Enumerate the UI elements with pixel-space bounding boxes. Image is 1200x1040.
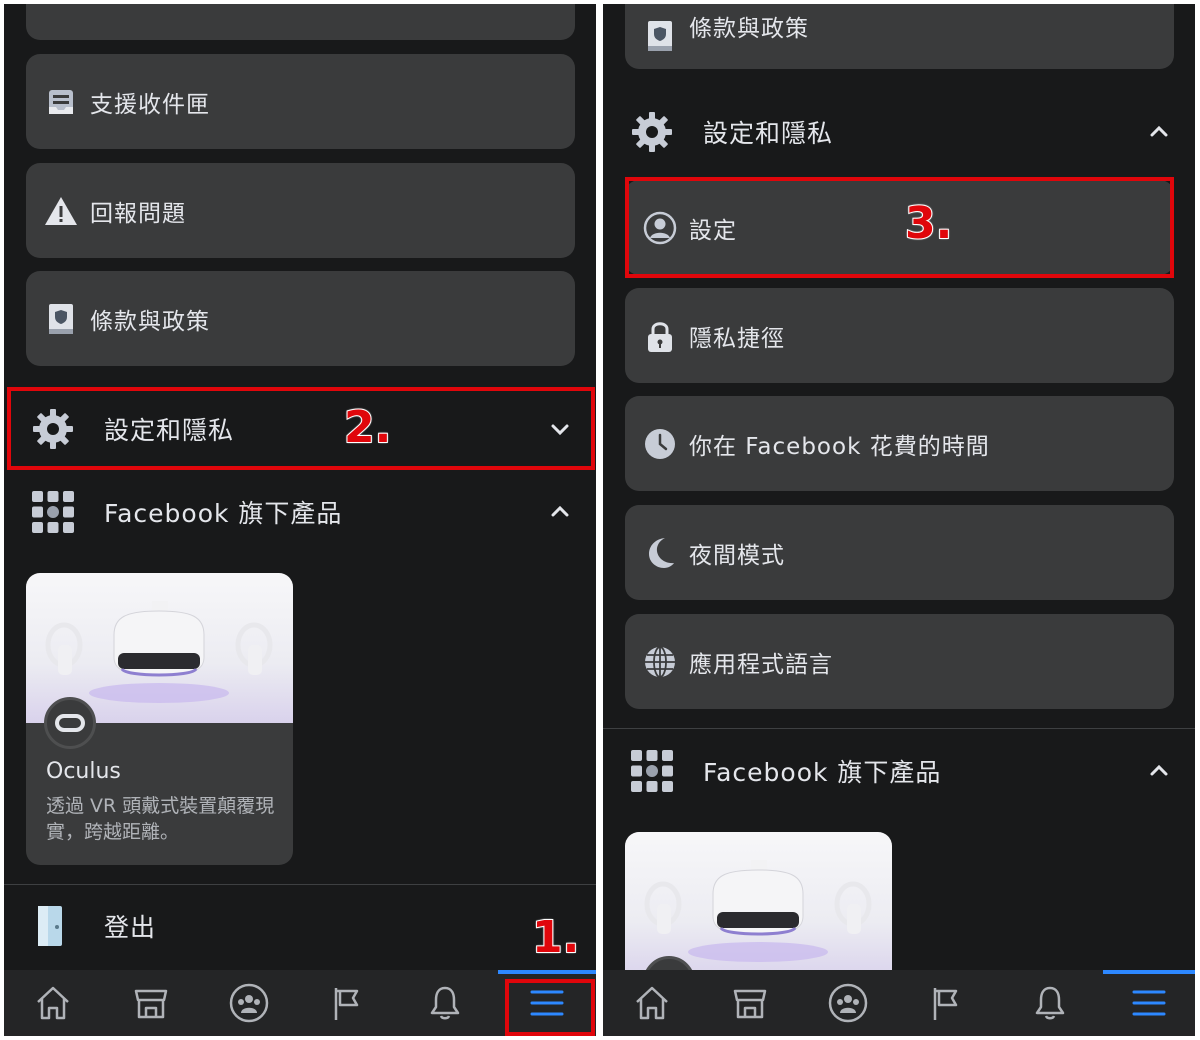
- lock-icon: [643, 319, 677, 353]
- policy-book-icon: [44, 302, 78, 336]
- tab-groups[interactable]: [799, 970, 897, 1036]
- menu-item-label: 應用程式語言: [689, 651, 833, 678]
- oculus-logo-icon: [44, 697, 96, 749]
- door-icon: [30, 903, 76, 949]
- divider: [4, 884, 596, 885]
- menu-item-support-inbox[interactable]: 支援收件匣: [26, 54, 575, 149]
- home-icon: [636, 986, 668, 1020]
- annotation-step-3: 3.: [904, 197, 953, 250]
- chevron-up-icon: [1150, 764, 1168, 776]
- menu-item-label: 條款與政策: [90, 308, 210, 335]
- product-card-oculus[interactable]: [625, 832, 892, 992]
- menu-item-label: 回報問題: [90, 200, 186, 227]
- bell-icon: [430, 986, 460, 1020]
- moon-icon: [643, 536, 677, 570]
- facebook-products-section[interactable]: Facebook 旗下產品: [4, 472, 596, 552]
- menu-item-label: 夜間模式: [689, 542, 785, 569]
- tab-menu[interactable]: [1103, 970, 1195, 1036]
- product-name: Oculus: [46, 759, 121, 784]
- tab-groups[interactable]: [200, 970, 298, 1036]
- globe-icon: [643, 645, 677, 679]
- menu-icon: [1132, 990, 1166, 1016]
- tab-home[interactable]: [4, 970, 102, 1036]
- warning-icon: [44, 194, 78, 228]
- inbox-icon: [44, 85, 78, 119]
- annotation-highlight-step3: [625, 177, 1174, 278]
- annotation-step-1: 1.: [531, 911, 580, 964]
- annotation-highlight-step2: [7, 387, 595, 470]
- menu-item-app-language[interactable]: 應用程式語言: [625, 614, 1174, 709]
- groups-icon: [828, 983, 868, 1023]
- left-screenshot-panel: 支援收件匣 回報問題 條款與政策 設定和隱私 2. Facebook 旗下產品: [4, 4, 596, 1036]
- menu-item-report-problem[interactable]: 回報問題: [26, 163, 575, 258]
- menu-item-terms-policies[interactable]: 條款與政策: [625, 4, 1174, 69]
- section-label: 設定和隱私: [703, 119, 834, 148]
- product-card-oculus[interactable]: Oculus 透過 VR 頭戴式裝置顛覆現實，跨越距離。: [26, 573, 293, 865]
- menu-item-label: 支援收件匣: [90, 91, 210, 118]
- menu-item-privacy-shortcuts[interactable]: 隱私捷徑: [625, 288, 1174, 383]
- grid-icon: [30, 489, 76, 535]
- menu-item-label: 條款與政策: [689, 16, 809, 42]
- groups-icon: [229, 983, 269, 1023]
- menu-item-terms-policies[interactable]: 條款與政策: [26, 271, 575, 366]
- tab-notifications[interactable]: [1001, 970, 1099, 1036]
- section-label: Facebook 旗下產品: [703, 758, 942, 787]
- chevron-up-icon: [551, 505, 569, 517]
- flag-icon: [933, 988, 958, 1020]
- home-icon: [37, 986, 69, 1020]
- marketplace-icon: [134, 989, 168, 1019]
- menu-item-time-on-facebook[interactable]: 你在 Facebook 花費的時間: [625, 396, 1174, 491]
- menu-item-dark-mode[interactable]: 夜間模式: [625, 505, 1174, 600]
- grid-icon: [629, 748, 675, 794]
- tab-pages[interactable]: [897, 970, 995, 1036]
- flag-icon: [334, 988, 359, 1020]
- logout-label: 登出: [104, 913, 157, 942]
- tab-notifications[interactable]: [396, 970, 494, 1036]
- logout-item[interactable]: 登出: [4, 886, 596, 966]
- partial-menu-card[interactable]: [26, 4, 575, 40]
- annotation-step-2: 2.: [343, 401, 392, 454]
- tab-home[interactable]: [603, 970, 701, 1036]
- menu-item-label: 你在 Facebook 花費的時間: [689, 433, 990, 460]
- chevron-up-icon: [1150, 125, 1168, 137]
- policy-book-icon: [643, 19, 677, 53]
- bell-icon: [1035, 986, 1065, 1020]
- product-description: 透過 VR 頭戴式裝置顛覆現實，跨越距離。: [46, 795, 275, 843]
- gear-icon: [629, 109, 675, 155]
- divider: [603, 728, 1195, 729]
- tab-pages[interactable]: [298, 970, 396, 1036]
- tab-marketplace[interactable]: [102, 970, 200, 1036]
- right-screenshot-panel: 條款與政策 設定和隱私 設定 3. 隱私捷徑 你在 Facebook 花費的時間…: [603, 4, 1195, 1036]
- bottom-tab-bar: [603, 970, 1195, 1036]
- annotation-highlight-step1: [505, 979, 595, 1036]
- marketplace-icon: [733, 989, 767, 1019]
- menu-item-label: 隱私捷徑: [689, 325, 785, 352]
- settings-privacy-section[interactable]: 設定和隱私: [603, 92, 1195, 172]
- facebook-products-section[interactable]: Facebook 旗下產品: [603, 731, 1195, 811]
- clock-icon: [643, 427, 677, 461]
- tab-marketplace[interactable]: [701, 970, 799, 1036]
- section-label: Facebook 旗下產品: [104, 499, 343, 528]
